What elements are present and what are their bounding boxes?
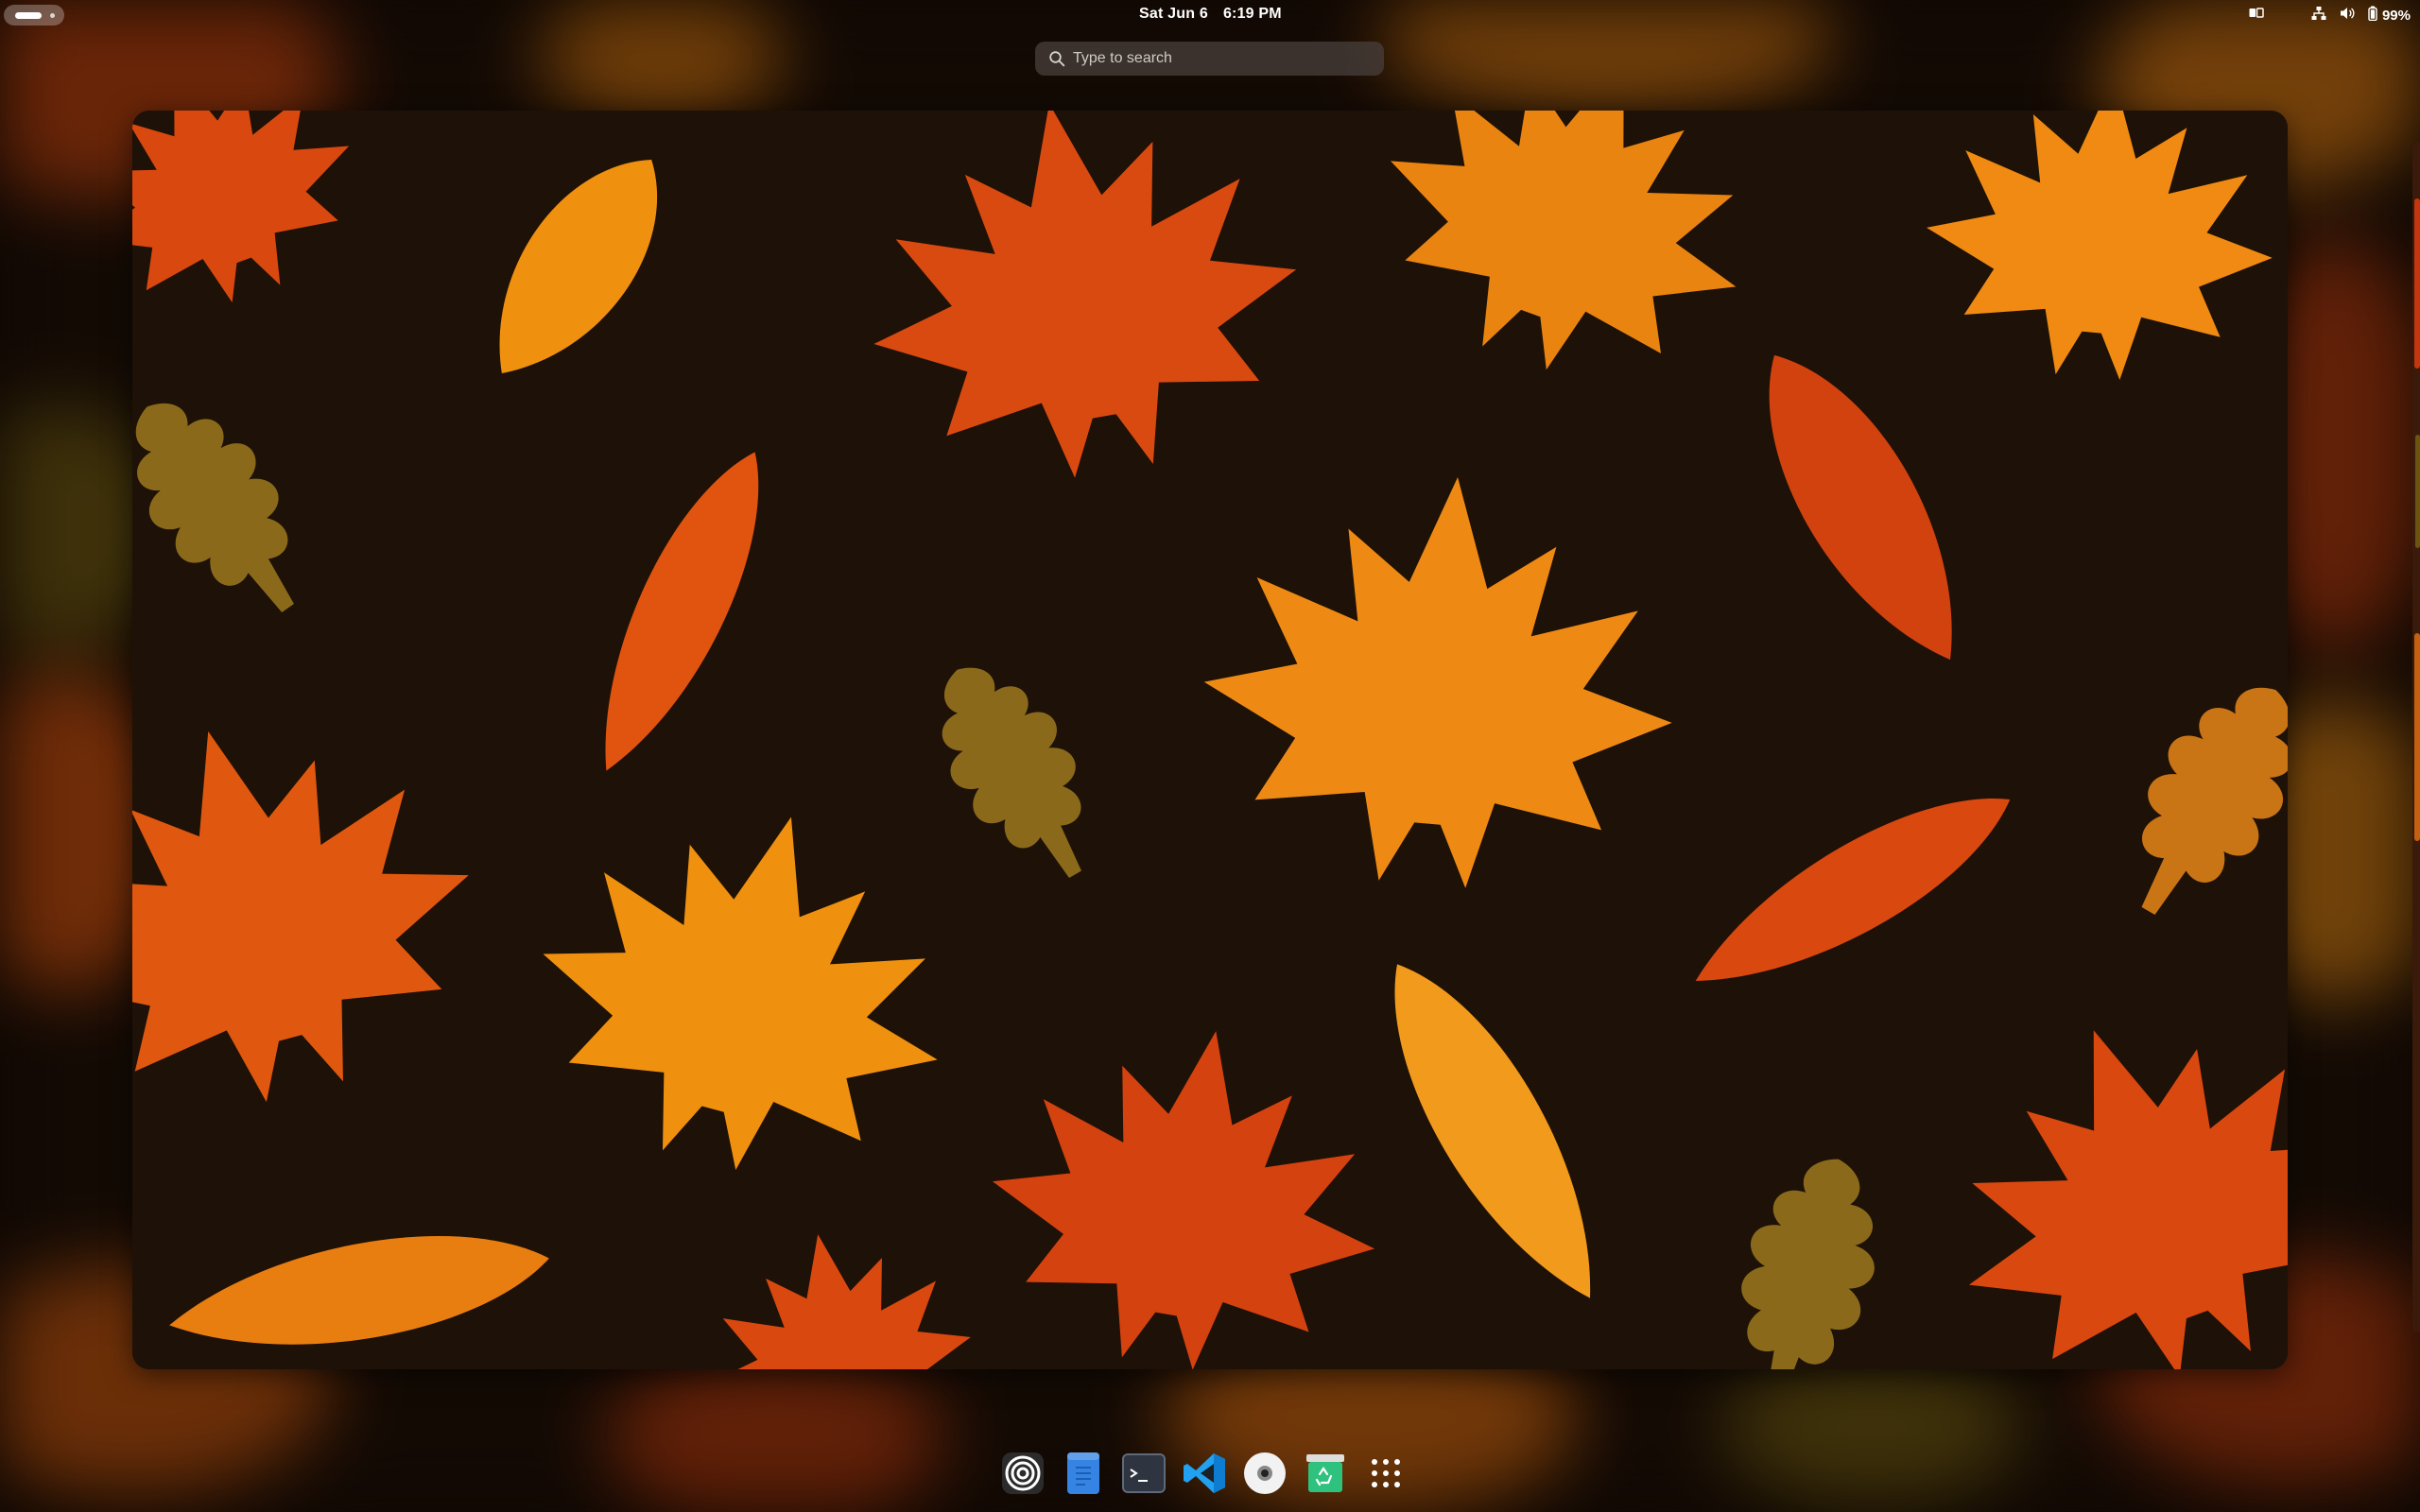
clock-time: 6:19 PM bbox=[1222, 6, 1282, 22]
activities-button[interactable] bbox=[4, 5, 64, 26]
clock[interactable]: Sat Jun 6 6:19 PM bbox=[1139, 0, 1282, 30]
next-workspace-preview[interactable] bbox=[2412, 142, 2420, 1332]
network-icon bbox=[2311, 6, 2326, 25]
dash bbox=[993, 1446, 1416, 1504]
workspace-indicator-dot bbox=[50, 13, 55, 18]
software-icon bbox=[1304, 1452, 1347, 1500]
dash-app-software[interactable] bbox=[1295, 1446, 1356, 1504]
workspace-thumbnail[interactable] bbox=[132, 111, 2288, 1369]
search-box[interactable] bbox=[1035, 42, 1384, 76]
podman-desktop-icon bbox=[1000, 1451, 1046, 1501]
battery-percentage: 99% bbox=[2381, 7, 2411, 24]
vscode-icon bbox=[1183, 1452, 1226, 1500]
top-bar: Sat Jun 6 6:19 PM 99% bbox=[0, 0, 2420, 30]
disc-icon bbox=[1242, 1451, 1288, 1501]
terminal-icon bbox=[1121, 1452, 1167, 1499]
dash-app-disc[interactable] bbox=[1235, 1446, 1295, 1504]
dash-app-podman[interactable] bbox=[993, 1446, 1053, 1504]
workspace-switcher-icon[interactable] bbox=[2249, 7, 2264, 24]
system-tray[interactable]: 99% bbox=[2236, 0, 2411, 30]
dash-app-text-editor[interactable] bbox=[1053, 1446, 1114, 1504]
volume-icon bbox=[2340, 6, 2355, 25]
workspace-indicator-active bbox=[15, 12, 42, 19]
battery-icon bbox=[2368, 6, 2377, 25]
dash-app-terminal[interactable] bbox=[1114, 1446, 1174, 1504]
show-apps-button[interactable] bbox=[1356, 1446, 1416, 1504]
text-editor-icon bbox=[1064, 1451, 1102, 1501]
search-input[interactable] bbox=[1073, 42, 1366, 76]
app-grid-icon bbox=[1369, 1456, 1403, 1495]
clock-date: Sat Jun 6 bbox=[1139, 6, 1208, 22]
dash-app-vscode[interactable] bbox=[1174, 1446, 1235, 1504]
search-icon bbox=[1048, 50, 1065, 72]
autumn-leaves-wallpaper bbox=[132, 111, 2288, 1369]
